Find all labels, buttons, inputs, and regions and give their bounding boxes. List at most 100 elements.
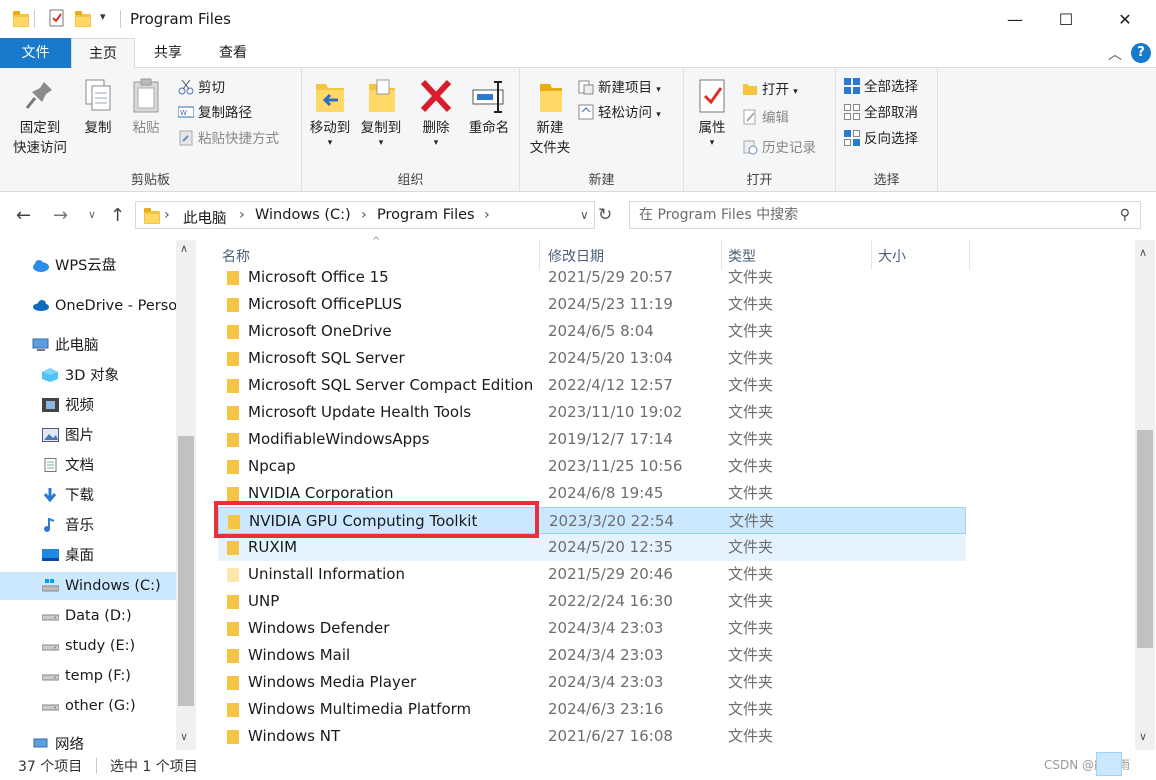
search-icon[interactable]: ⚲ (1120, 202, 1130, 228)
nav-item-pictures[interactable]: 图片 (42, 422, 176, 450)
select-all-button[interactable]: 全部选择 (844, 77, 918, 97)
nav-item-windows-c[interactable]: Windows (C:) (0, 572, 176, 600)
nav-item-3d-objects[interactable]: 3D 对象 (42, 362, 176, 390)
nav-item-downloads[interactable]: 下载 (42, 482, 176, 510)
nav-item-this-pc[interactable]: 此电脑 (32, 332, 176, 360)
nav-label: 图片 (65, 428, 94, 444)
copy-to-button[interactable]: 复制到 ▾ (356, 76, 406, 148)
scroll-up-icon[interactable]: ∧ (1139, 246, 1147, 259)
recent-dropdown-icon[interactable]: ∨ (88, 208, 96, 221)
maximize-button[interactable]: ☐ (1041, 0, 1091, 38)
scroll-up-icon[interactable]: ∧ (180, 242, 188, 255)
up-arrow-icon[interactable]: ↑ (110, 205, 125, 226)
breadcrumb-windows-c[interactable]: Windows (C:) (255, 207, 351, 223)
file-row[interactable]: ModifiableWindowsApps 2019/12/7 17:14 文件夹 (218, 426, 966, 453)
file-row[interactable]: Windows NT 2021/6/27 16:08 文件夹 (218, 723, 966, 750)
nav-item-music[interactable]: 音乐 (42, 512, 176, 540)
nav-item-onedrive[interactable]: OneDrive - Perso (32, 292, 176, 320)
details-view-icon[interactable] (1096, 752, 1122, 776)
file-name: Microsoft OneDrive (248, 322, 392, 340)
history-button[interactable]: 历史记录 (742, 138, 816, 158)
help-icon[interactable]: ? (1131, 43, 1151, 63)
file-row[interactable]: Windows Media Player 2024/3/4 23:03 文件夹 (218, 669, 966, 696)
file-row[interactable]: Npcap 2023/11/25 10:56 文件夹 (218, 453, 966, 480)
copy-label: 复制 (84, 120, 112, 136)
copy-path-button[interactable]: W 复制路径 (177, 103, 252, 123)
breadcrumb-separator-icon[interactable]: › (164, 207, 170, 223)
breadcrumb-this-pc[interactable]: 此电脑 (183, 207, 227, 228)
tab-view[interactable]: 查看 (201, 38, 265, 68)
file-row[interactable]: Windows Defender 2024/3/4 23:03 文件夹 (218, 615, 966, 642)
nav-scrollbar[interactable]: ∧ ∨ (176, 240, 196, 750)
scroll-down-icon[interactable]: ∨ (180, 730, 188, 743)
search-input[interactable]: 在 Program Files 中搜索 ⚲ (629, 201, 1141, 229)
properties-icon[interactable] (48, 9, 66, 27)
new-folder-button[interactable]: 新建 文件夹 (524, 76, 576, 158)
minimize-button[interactable]: — (990, 0, 1040, 38)
new-folder-icon[interactable] (74, 9, 92, 27)
nav-item-video[interactable]: 视频 (42, 392, 176, 420)
file-list-scrollbar[interactable]: ∧ ∨ (1135, 240, 1155, 750)
tab-file[interactable]: 文件 (0, 38, 71, 68)
easy-access-button[interactable]: 轻松访问 ▾ (578, 103, 661, 125)
folder-icon (227, 460, 239, 474)
nav-item-temp-f[interactable]: temp (F:) (42, 662, 176, 690)
file-row[interactable]: Uninstall Information 2021/5/29 20:46 文件夹 (218, 561, 966, 588)
select-none-button[interactable]: 全部取消 (844, 103, 918, 123)
breadcrumb-separator-icon[interactable]: › (484, 207, 490, 223)
collapse-ribbon-icon[interactable]: ︿ (1108, 44, 1122, 64)
scroll-down-icon[interactable]: ∨ (1139, 730, 1147, 743)
file-row-hover[interactable]: RUXIM 2024/5/20 12:35 文件夹 (218, 534, 966, 561)
file-row[interactable]: Microsoft OneDrive 2024/6/5 8:04 文件夹 (218, 318, 966, 345)
nav-item-study-e[interactable]: study (E:) (42, 632, 176, 660)
copy-button[interactable]: 复制 (76, 76, 120, 138)
tab-share[interactable]: 共享 (135, 38, 201, 68)
easy-access-dropdown-icon: ▾ (656, 110, 661, 120)
nav-item-data-d[interactable]: Data (D:) (42, 602, 176, 630)
properties-button[interactable]: 属性 ▾ (692, 76, 732, 148)
drive-icon (42, 634, 60, 651)
folder-icon (227, 406, 239, 420)
breadcrumb-separator-icon[interactable]: › (361, 207, 367, 223)
tab-home[interactable]: 主页 (71, 38, 135, 69)
properties-icon (694, 76, 730, 116)
paste-shortcut-button[interactable]: 粘贴快捷方式 (178, 129, 279, 149)
forward-arrow-icon[interactable]: → (53, 205, 68, 226)
qat-dropdown-icon[interactable]: ▾ (100, 10, 106, 23)
file-name: Windows NT (248, 727, 341, 745)
nav-item-network[interactable]: 网络 (32, 732, 176, 750)
back-arrow-icon[interactable]: ← (16, 205, 31, 226)
file-row[interactable]: Windows Multimedia Platform 2024/6/3 23:1… (218, 696, 966, 723)
file-row[interactable]: Microsoft SQL Server Compact Edition 2022… (218, 372, 966, 399)
nav-item-desktop[interactable]: 桌面 (42, 542, 176, 570)
file-name: ModifiableWindowsApps (248, 430, 430, 448)
invert-selection-button[interactable]: 反向选择 (844, 129, 918, 149)
address-dropdown-icon[interactable]: ∨ (580, 208, 589, 222)
file-row[interactable]: Windows Mail 2024/3/4 23:03 文件夹 (218, 642, 966, 669)
delete-button[interactable]: 删除 ▾ (414, 76, 458, 148)
breadcrumb-separator-icon[interactable]: › (239, 207, 245, 223)
nav-item-other-g[interactable]: other (G:) (42, 692, 176, 720)
file-row[interactable]: UNP 2022/2/24 16:30 文件夹 (218, 588, 966, 615)
rename-button[interactable]: 重命名 (462, 76, 516, 138)
pin-quick-access-button[interactable]: 固定到 快速访问 (6, 76, 74, 158)
open-button[interactable]: 打开 ▾ (742, 80, 798, 102)
breadcrumb-program-files[interactable]: Program Files (377, 207, 475, 223)
refresh-icon[interactable]: ↻ (598, 205, 612, 225)
close-button[interactable]: ✕ (1100, 0, 1150, 38)
file-row[interactable]: Microsoft OfficePLUS 2024/5/23 11:19 文件夹 (218, 291, 966, 318)
file-list-scroll-thumb[interactable] (1137, 430, 1153, 648)
nav-item-wps-cloud[interactable]: WPS云盘 (32, 252, 176, 280)
file-row[interactable]: Microsoft Office 15 2021/5/29 20:57 文件夹 (218, 264, 966, 291)
paste-button[interactable]: 粘贴 (124, 76, 168, 138)
file-row[interactable]: Microsoft SQL Server 2024/5/20 13:04 文件夹 (218, 345, 966, 372)
new-item-button[interactable]: 新建项目 ▾ (578, 78, 661, 100)
cut-button[interactable]: 剪切 (178, 78, 225, 98)
nav-item-documents[interactable]: 文档 (42, 452, 176, 480)
edit-button[interactable]: 编辑 (742, 108, 789, 128)
move-to-button[interactable]: 移动到 ▾ (304, 76, 356, 148)
nav-scroll-thumb[interactable] (178, 436, 194, 706)
large-icons-view-icon[interactable] (1128, 752, 1154, 776)
file-row[interactable]: Microsoft Update Health Tools 2023/11/10 … (218, 399, 966, 426)
address-field[interactable]: › 此电脑 › Windows (C:) › Program Files › ∨ (135, 201, 595, 229)
